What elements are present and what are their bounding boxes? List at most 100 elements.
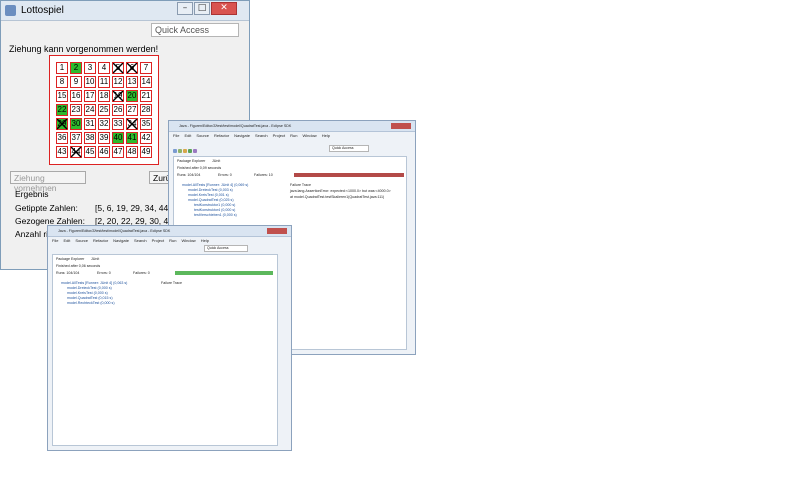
tree-item[interactable]: model.QuadratTest (0,015 s): [67, 296, 113, 300]
maximize-icon[interactable]: □: [194, 2, 210, 15]
menu-navigate[interactable]: Navigate: [234, 133, 250, 138]
close-icon[interactable]: [391, 123, 411, 129]
menu-source[interactable]: Source: [196, 133, 209, 138]
tree-item[interactable]: model.KreisTest (0,001 s): [188, 193, 229, 197]
menu-window[interactable]: Window: [302, 133, 316, 138]
number-cell[interactable]: 47: [112, 146, 124, 158]
number-cell[interactable]: 32: [98, 118, 110, 130]
number-cell[interactable]: 24: [84, 104, 96, 116]
number-cell[interactable]: 28: [140, 104, 152, 116]
menu-source[interactable]: Source: [75, 238, 88, 243]
number-cell[interactable]: 29: [56, 118, 68, 130]
number-cell[interactable]: 9: [70, 76, 82, 88]
tab-junit[interactable]: JUnit: [91, 257, 99, 261]
tree-item[interactable]: testVerschieben1 (0,000 s): [194, 213, 237, 217]
number-cell[interactable]: 37: [70, 132, 82, 144]
tree-item[interactable]: testKonstruktor4 (0,000 s): [194, 208, 235, 212]
save-icon[interactable]: [178, 149, 182, 153]
menu-project[interactable]: Project: [152, 238, 164, 243]
menu-refactor[interactable]: Refactor: [214, 133, 229, 138]
number-cell[interactable]: 3: [84, 62, 96, 74]
number-cell[interactable]: 15: [56, 90, 68, 102]
number-cell[interactable]: 35: [140, 118, 152, 130]
debug-icon[interactable]: [183, 149, 187, 153]
number-cell[interactable]: 11: [98, 76, 110, 88]
number-cell[interactable]: 42: [140, 132, 152, 144]
menu-refactor[interactable]: Refactor: [93, 238, 108, 243]
number-cell[interactable]: 10: [84, 76, 96, 88]
quick-access-input[interactable]: Quick Access: [151, 23, 239, 37]
menu-edit[interactable]: Edit: [63, 238, 70, 243]
tab-package-explorer[interactable]: Package Explorer: [56, 257, 84, 261]
number-cell[interactable]: 1: [56, 62, 68, 74]
menu-run[interactable]: Run: [169, 238, 176, 243]
number-cell[interactable]: 39: [98, 132, 110, 144]
search-icon[interactable]: [193, 149, 197, 153]
number-cell[interactable]: 38: [84, 132, 96, 144]
tree-item[interactable]: model.DreieckTest (0,003 s): [188, 188, 233, 192]
number-cell[interactable]: 6: [126, 62, 138, 74]
tree-item[interactable]: model.QuadratTest (0,025 s): [188, 198, 234, 202]
new-icon[interactable]: [173, 149, 177, 153]
number-cell[interactable]: 22: [56, 104, 68, 116]
menu-navigate[interactable]: Navigate: [113, 238, 129, 243]
number-cell[interactable]: 21: [140, 90, 152, 102]
number-cell[interactable]: 7: [140, 62, 152, 74]
number-cell[interactable]: 36: [56, 132, 68, 144]
number-cell[interactable]: 12: [112, 76, 124, 88]
draw-button[interactable]: Ziehung vornehmen: [10, 171, 86, 193]
tab-package-explorer[interactable]: Package Explorer: [177, 159, 205, 163]
number-cell[interactable]: 8: [56, 76, 68, 88]
tab-junit[interactable]: JUnit: [212, 159, 220, 163]
menu-search[interactable]: Search: [255, 133, 268, 138]
number-cell[interactable]: 46: [98, 146, 110, 158]
number-cell[interactable]: 49: [140, 146, 152, 158]
quick-access-input[interactable]: Quick Access: [204, 245, 248, 252]
close-icon[interactable]: [267, 228, 287, 234]
menu-run[interactable]: Run: [290, 133, 297, 138]
close-icon[interactable]: ✕: [211, 2, 237, 15]
number-cell[interactable]: 25: [98, 104, 110, 116]
number-cell[interactable]: 19: [112, 90, 124, 102]
tree-item[interactable]: model.AllTests [Runner: JUnit 4] (0,069 …: [182, 183, 248, 187]
menu-help[interactable]: Help: [322, 133, 330, 138]
number-cell[interactable]: 31: [84, 118, 96, 130]
tree-item[interactable]: model.AllTests [Runner: JUnit 4] (0,063 …: [61, 281, 127, 285]
menu-window[interactable]: Window: [181, 238, 195, 243]
menu-file[interactable]: File: [52, 238, 58, 243]
tree-item[interactable]: model.RechteckTest (0,000 s): [67, 301, 115, 305]
tree-item[interactable]: model.KreisTest (0,000 s): [67, 291, 108, 295]
number-cell[interactable]: 34: [126, 118, 138, 130]
menu-project[interactable]: Project: [273, 133, 285, 138]
run-icon[interactable]: [188, 149, 192, 153]
menu-file[interactable]: File: [173, 133, 179, 138]
minimize-icon[interactable]: –: [177, 2, 193, 15]
number-cell[interactable]: 45: [84, 146, 96, 158]
number-cell[interactable]: 40: [112, 132, 124, 144]
number-cell[interactable]: 27: [126, 104, 138, 116]
number-cell[interactable]: 33: [112, 118, 124, 130]
number-cell[interactable]: 18: [98, 90, 110, 102]
menu-edit[interactable]: Edit: [184, 133, 191, 138]
number-cell[interactable]: 4: [98, 62, 110, 74]
tree-item[interactable]: testKonstruktor1 (0,000 s): [194, 203, 235, 207]
number-cell[interactable]: 26: [112, 104, 124, 116]
number-cell[interactable]: 14: [140, 76, 152, 88]
number-cell[interactable]: 5: [112, 62, 124, 74]
number-cell[interactable]: 23: [70, 104, 82, 116]
menu-search[interactable]: Search: [134, 238, 147, 243]
number-cell[interactable]: 17: [84, 90, 96, 102]
number-cell[interactable]: 13: [126, 76, 138, 88]
number-cell[interactable]: 41: [126, 132, 138, 144]
number-cell[interactable]: 16: [70, 90, 82, 102]
number-cell[interactable]: 30: [70, 118, 82, 130]
tree-item[interactable]: model.DreieckTest (0,000 s): [67, 286, 112, 290]
number-cell[interactable]: 20: [126, 90, 138, 102]
number-cell[interactable]: 2: [70, 62, 82, 74]
quick-access-input[interactable]: Quick Access: [329, 145, 369, 152]
number-cell[interactable]: 44: [70, 146, 82, 158]
number-cell[interactable]: 48: [126, 146, 138, 158]
errors-count: Errors: 0: [218, 173, 232, 177]
menu-help[interactable]: Help: [201, 238, 209, 243]
number-cell[interactable]: 43: [56, 146, 68, 158]
